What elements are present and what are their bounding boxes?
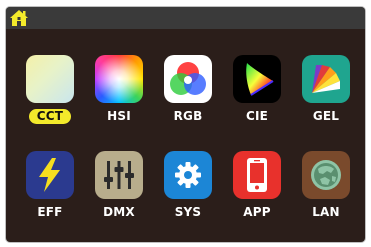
tile-label-gel: GEL: [312, 109, 340, 123]
smartphone-icon: [233, 151, 281, 199]
gear-icon: [164, 151, 212, 199]
sliders-icon: [95, 151, 143, 199]
control-screen: CCT HSI RGB CIE GEL EFF DMX SYS APP LAN: [6, 7, 365, 242]
home-icon: [10, 10, 28, 26]
tile-sys[interactable]: SYS: [158, 151, 218, 231]
cie-icon: [233, 55, 281, 103]
tile-label-app: APP: [243, 205, 271, 219]
tile-lan[interactable]: LAN: [296, 151, 356, 231]
mode-grid: CCT HSI RGB CIE GEL EFF DMX SYS APP LAN: [20, 55, 360, 230]
tile-label-eff: EFF: [37, 205, 63, 219]
tile-gel[interactable]: GEL: [296, 55, 356, 135]
tile-label-cct: CCT: [28, 109, 72, 124]
gel-icon: [302, 55, 350, 103]
tile-cct[interactable]: CCT: [20, 55, 80, 135]
tile-hsi[interactable]: HSI: [89, 55, 149, 135]
cct-icon: [26, 55, 74, 103]
top-bar: [6, 7, 365, 29]
tile-label-hsi: HSI: [107, 109, 131, 123]
rgb-icon: [164, 55, 212, 103]
tile-label-lan: LAN: [312, 205, 340, 219]
tile-app[interactable]: APP: [227, 151, 287, 231]
tile-eff[interactable]: EFF: [20, 151, 80, 231]
tile-dmx[interactable]: DMX: [89, 151, 149, 231]
home-button[interactable]: [9, 9, 29, 27]
tile-label-dmx: DMX: [103, 205, 135, 219]
tile-label-rgb: RGB: [173, 109, 203, 123]
lightning-icon: [26, 151, 74, 199]
hsi-icon: [95, 55, 143, 103]
tile-label-sys: SYS: [174, 205, 202, 219]
tile-cie[interactable]: CIE: [227, 55, 287, 135]
globe-icon: [302, 151, 350, 199]
tile-label-cie: CIE: [245, 109, 269, 123]
tile-rgb[interactable]: RGB: [158, 55, 218, 135]
